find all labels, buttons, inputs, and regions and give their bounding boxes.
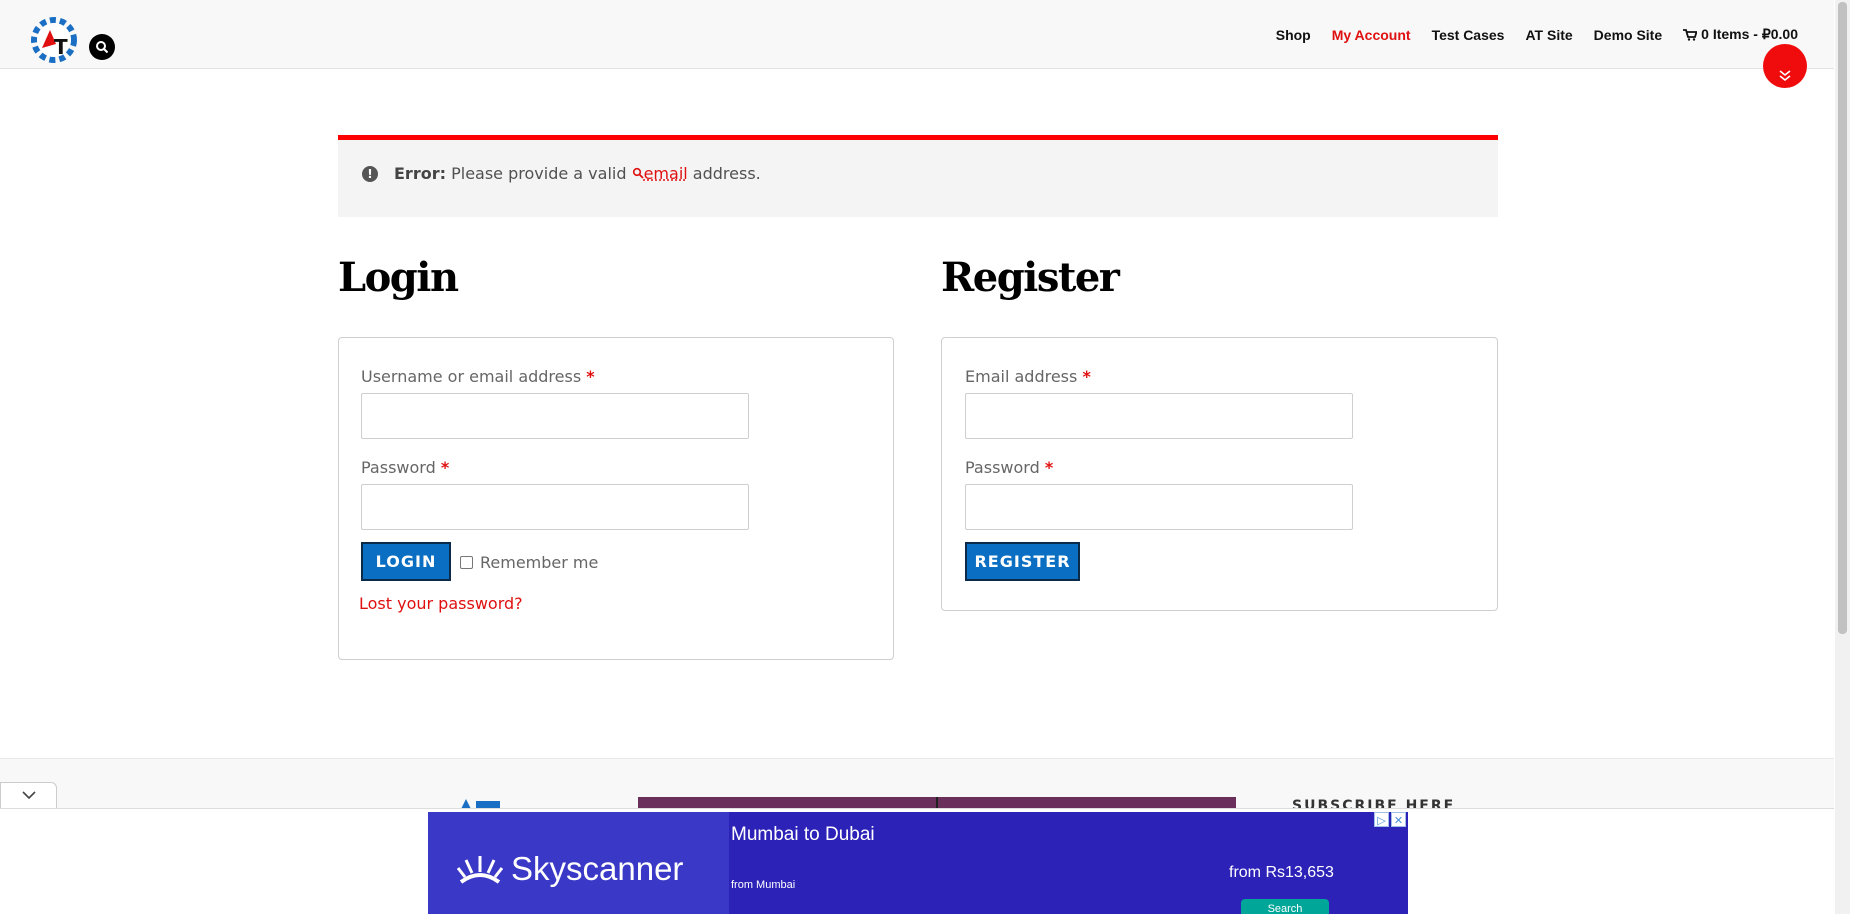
error-message: Error: Please provide a valid email addr… bbox=[394, 164, 761, 183]
ad-origin: from Mumbai bbox=[731, 879, 796, 891]
password-input[interactable] bbox=[361, 484, 749, 530]
search-icon bbox=[96, 41, 109, 54]
register-email-input[interactable] bbox=[965, 393, 1353, 439]
site-header: T Shop My Account Test Cases AT Site Dem… bbox=[0, 0, 1834, 69]
magnifier-icon bbox=[632, 167, 644, 179]
ad-route: Mumbai to Dubai bbox=[731, 824, 875, 845]
svg-text:T: T bbox=[54, 35, 68, 59]
scroll-down-button[interactable] bbox=[1763, 44, 1807, 88]
remember-me[interactable]: Remember me bbox=[460, 553, 598, 572]
username-input[interactable] bbox=[361, 393, 749, 439]
login-title: Login bbox=[338, 254, 459, 301]
password-label: Password * bbox=[361, 458, 450, 477]
register-button[interactable]: REGISTER bbox=[965, 542, 1080, 581]
double-chevron-down-icon bbox=[1779, 70, 1791, 82]
main-nav: Shop My Account Test Cases AT Site Demo … bbox=[1276, 26, 1798, 43]
error-email-link[interactable]: email bbox=[632, 164, 688, 183]
error-link-text: email bbox=[643, 164, 688, 183]
register-password-label: Password * bbox=[965, 458, 1054, 477]
collapse-ad-tab[interactable] bbox=[0, 782, 57, 808]
register-email-label: Email address * bbox=[965, 367, 1091, 386]
chevron-down-icon bbox=[21, 791, 36, 800]
ad-choices-icon[interactable]: ▷ bbox=[1374, 812, 1389, 827]
ad-search-button[interactable]: Search bbox=[1241, 899, 1329, 914]
lost-password-link[interactable]: Lost your password? bbox=[359, 594, 523, 613]
skyscanner-ad[interactable]: Skyscanner Mumbai to Dubai from Mumbai f… bbox=[428, 812, 1408, 914]
register-password-input[interactable] bbox=[965, 484, 1353, 530]
error-prefix: Error: bbox=[394, 164, 446, 183]
error-text-before: Please provide a valid bbox=[451, 164, 627, 183]
header-search-button[interactable] bbox=[89, 34, 115, 60]
nav-cart[interactable]: 0 Items - ₽0.00 bbox=[1683, 26, 1798, 43]
cart-summary: 0 Items - ₽0.00 bbox=[1701, 26, 1798, 42]
nav-demo-site[interactable]: Demo Site bbox=[1594, 26, 1662, 43]
nav-my-account[interactable]: My Account bbox=[1332, 26, 1411, 43]
cart-icon bbox=[1683, 28, 1698, 41]
error-text-after: address. bbox=[692, 164, 761, 183]
remember-me-checkbox[interactable] bbox=[460, 556, 473, 569]
sunrise-icon bbox=[457, 856, 503, 884]
nav-at-site[interactable]: AT Site bbox=[1525, 26, 1572, 43]
remember-me-label: Remember me bbox=[480, 553, 599, 572]
page-scrollbar[interactable] bbox=[1835, 0, 1850, 914]
ad-controls: ▷ ✕ bbox=[1374, 812, 1406, 827]
username-label: Username or email address * bbox=[361, 367, 595, 386]
exclamation-icon: ! bbox=[362, 166, 378, 182]
ad-close-icon[interactable]: ✕ bbox=[1391, 812, 1406, 827]
nav-test-cases[interactable]: Test Cases bbox=[1432, 26, 1505, 43]
scrollbar-thumb[interactable] bbox=[1838, 2, 1847, 634]
error-notice: ! Error: Please provide a valid email ad… bbox=[338, 135, 1498, 217]
ad-brand: Skyscanner bbox=[457, 850, 683, 888]
register-title: Register bbox=[941, 254, 1120, 301]
site-logo[interactable]: T bbox=[28, 14, 80, 66]
ad-price: from Rs13,653 bbox=[1229, 864, 1334, 881]
login-button[interactable]: LOGIN bbox=[361, 542, 451, 581]
nav-shop[interactable]: Shop bbox=[1276, 26, 1311, 43]
